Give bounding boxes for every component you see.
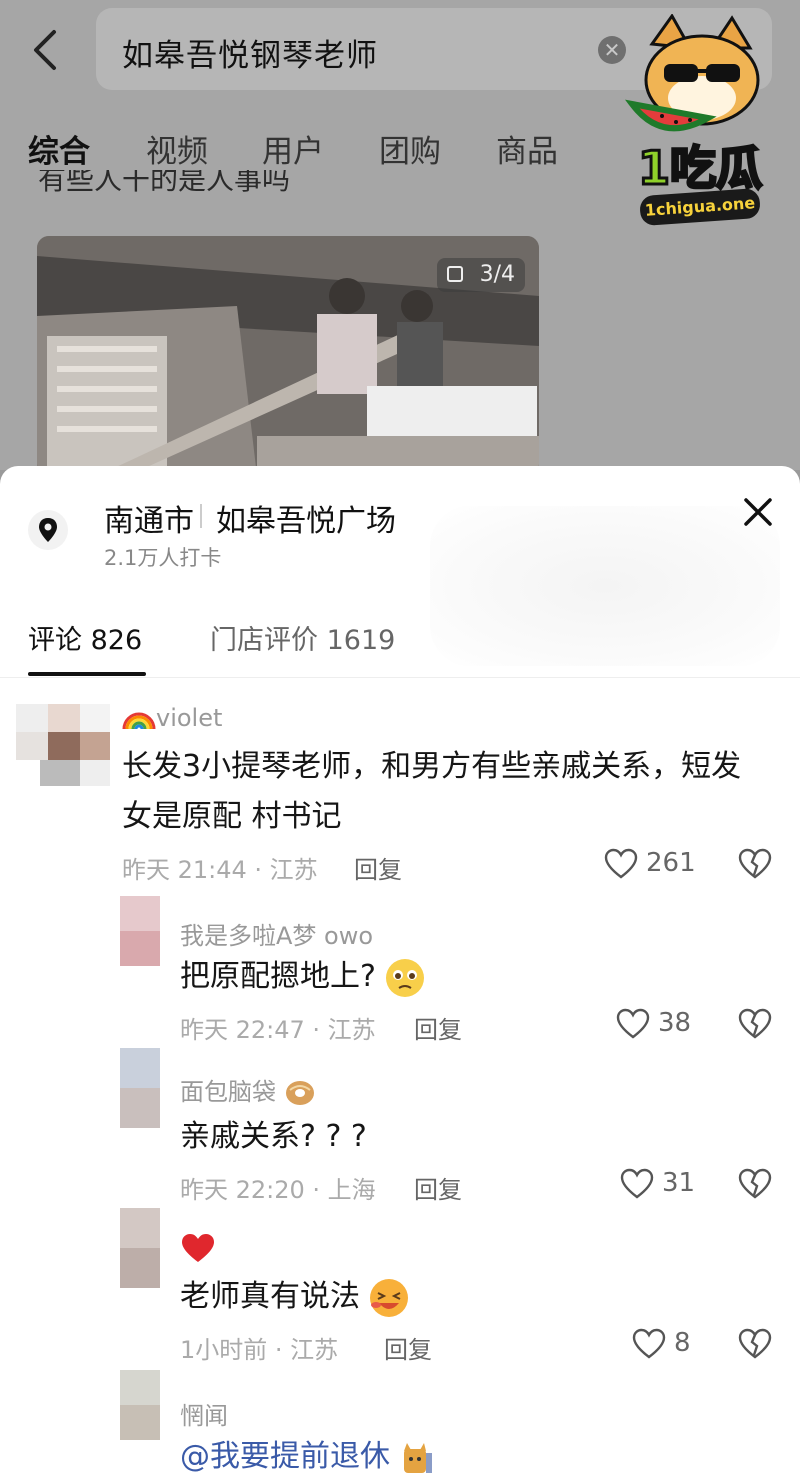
tab-store-reviews[interactable]: 门店评价 1619 [210, 618, 395, 657]
heart-like-icon[interactable] [632, 1328, 666, 1360]
like-count: 31 [662, 1168, 696, 1198]
tabs-divider [0, 677, 800, 678]
location-city[interactable]: 南通市 [104, 496, 194, 540]
rainbow-emoji-icon [122, 712, 156, 730]
reply-button[interactable]: 回复 [414, 1010, 462, 1045]
comment-text: 把原配摁地上? [180, 952, 426, 1002]
tab-comments[interactable]: 评论 826 [28, 618, 142, 657]
tab-products[interactable]: 商品 [496, 126, 558, 171]
comment-time-location: 1小时前 · 江苏 [180, 1336, 339, 1364]
tab-group-buy[interactable]: 团购 [379, 126, 441, 171]
user-mention[interactable]: @我要提前退休 [180, 1439, 390, 1473]
comment-username[interactable]: 面包脑袋 [180, 1072, 316, 1108]
avatar[interactable] [120, 1370, 160, 1440]
comment-text: 亲戚关系? ? ? [180, 1119, 367, 1154]
location-place-name[interactable]: 如皋吾悦广场 [216, 496, 396, 540]
cat-emoji-icon [404, 1442, 432, 1473]
red-heart-emoji-icon [182, 1234, 214, 1262]
broken-heart-icon[interactable] [738, 1328, 772, 1360]
fox-mascot-icon [624, 13, 760, 132]
checkin-count: 2.1万人打卡 [104, 546, 222, 570]
laughing-face-emoji-icon [370, 1278, 408, 1317]
like-count: 8 [674, 1328, 691, 1358]
avatar[interactable] [120, 1208, 160, 1288]
tab-users[interactable]: 用户 [262, 126, 324, 171]
avatar[interactable] [16, 704, 110, 786]
pleading-face-emoji-icon [385, 958, 424, 997]
comment-text: @我要提前退休 [180, 1432, 434, 1473]
heart-like-icon[interactable] [620, 1168, 654, 1200]
tab-overall[interactable]: 综合 [28, 126, 90, 171]
comment-time-location: 昨天 22:47 · 江苏 [180, 1016, 376, 1044]
reply-item: 老师真有说法 1小时前 · 江苏 回复 8 [0, 1208, 800, 1368]
reply-button[interactable]: 回复 [384, 1330, 432, 1365]
watermark-logo: 1吃瓜 1chigua.one [612, 13, 788, 227]
heart-like-icon[interactable] [604, 848, 638, 880]
broken-heart-icon[interactable] [738, 1008, 772, 1040]
tab-videos[interactable]: 视频 [146, 126, 208, 171]
location-divider [200, 504, 202, 528]
comment-item: violet 长发3小提琴老师，和男方有些亲戚关系，短发 女是原配 村书记 昨天… [0, 698, 800, 898]
bagel-emoji-icon [286, 1081, 314, 1105]
reply-item: 面包脑袋 亲戚关系? ? ? 昨天 22:20 · 上海 回复 31 [0, 1048, 800, 1208]
back-arrow-icon[interactable] [26, 28, 66, 72]
gallery-icon [447, 266, 463, 282]
broken-heart-icon[interactable] [738, 848, 772, 880]
location-comments-sheet: 南通市 如皋吾悦广场 2.1万人打卡 评论 826 门店评价 1619 viol… [0, 466, 800, 1473]
comment-text: 长发3小提琴老师，和男方有些亲戚关系，短发 女是原配 村书记 [122, 749, 742, 834]
close-icon[interactable] [738, 492, 778, 532]
comment-time-location: 昨天 22:20 · 上海 [180, 1176, 376, 1204]
reply-button[interactable]: 回复 [354, 850, 402, 885]
logo-text: 1吃瓜 [636, 140, 763, 197]
broken-heart-icon[interactable] [738, 1168, 772, 1200]
reply-item: 我是多啦A梦 owo 把原配摁地上? 昨天 22:47 · 江苏 回复 38 [0, 896, 800, 1056]
comment-text: 老师真有说法 [180, 1272, 410, 1322]
comment-username[interactable]: violet [122, 704, 222, 732]
heart-like-icon[interactable] [616, 1008, 650, 1040]
feed-post-title: 有些人干的是人事吗 [38, 170, 291, 196]
comment-time-location: 昨天 21:44 · 江苏 [122, 856, 318, 884]
comment-username[interactable]: 我是多啦A梦 owo [180, 916, 373, 951]
search-input[interactable]: 如皋吾悦钢琴老师 [122, 30, 378, 75]
search-results-page: 如皋吾悦钢琴老师 ✕ 综合 视频 用户 团购 商品 有些人干的是人事吗 3/4 … [0, 0, 800, 470]
photo-counter-badge: 3/4 [437, 258, 525, 292]
like-count: 261 [646, 848, 696, 878]
reply-button[interactable]: 回复 [414, 1170, 462, 1205]
avatar[interactable] [120, 896, 160, 966]
like-count: 38 [658, 1008, 692, 1038]
active-tab-indicator [28, 672, 146, 676]
reply-item: 惘闻 @我要提前退休 [0, 1368, 800, 1473]
comment-username[interactable]: 惘闻 [180, 1396, 228, 1431]
avatar[interactable] [120, 1048, 160, 1128]
blurred-region [430, 506, 780, 666]
location-pin-icon [28, 510, 68, 550]
